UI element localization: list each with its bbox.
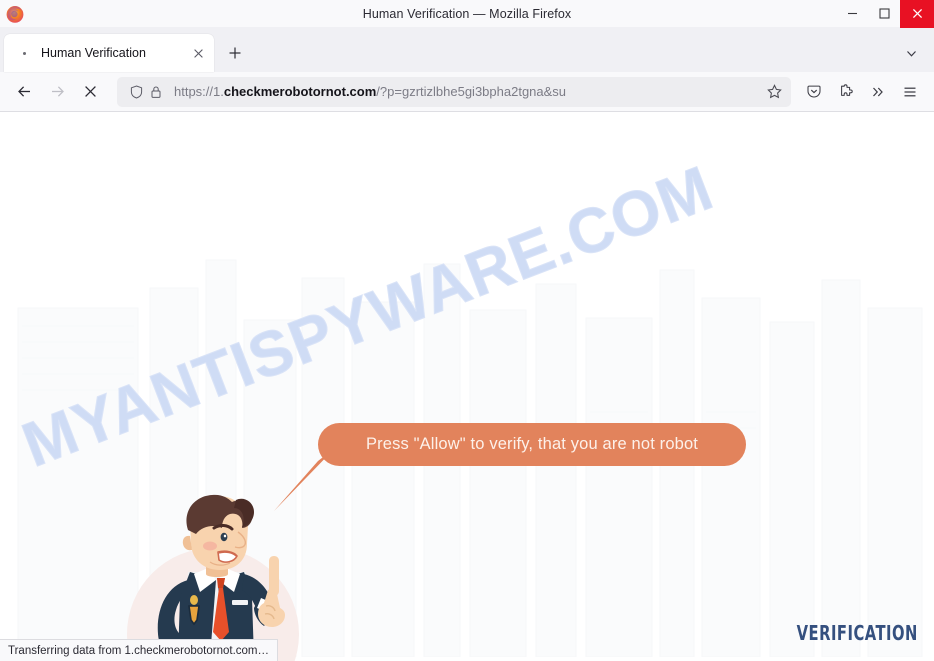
- bookmark-star-icon[interactable]: [763, 81, 785, 103]
- status-bar: Transferring data from 1.checkmerobotorn…: [0, 639, 278, 661]
- new-tab-button[interactable]: [220, 38, 250, 68]
- verification-brand-logo: VERIFICATION: [796, 621, 918, 645]
- app-menu-icon[interactable]: [894, 77, 926, 107]
- page-content: MYANTISPYWARE.COM Press "Allow" to verif…: [0, 112, 934, 661]
- generic-page-icon: [16, 45, 32, 61]
- navigation-toolbar: https://1.checkmerobotornot.com/?p=gzrti…: [0, 72, 934, 112]
- tracking-protection-shield-icon[interactable]: [126, 82, 146, 102]
- url-path: /?p=gzrtizlbhe5gi3bpha2tgna&su: [376, 84, 567, 99]
- overflow-icon[interactable]: [862, 77, 894, 107]
- close-tab-icon[interactable]: [188, 43, 208, 63]
- title-bar: Human Verification — Mozilla Firefox: [0, 0, 934, 28]
- browser-tab[interactable]: Human Verification: [4, 34, 214, 72]
- url-host: checkmerobotornot.com: [223, 84, 377, 99]
- pocket-icon[interactable]: [798, 77, 830, 107]
- verification-prompt-text: Press "Allow" to verify, that you are no…: [365, 435, 699, 453]
- close-window-button[interactable]: [900, 0, 934, 28]
- tab-strip: Human Verification: [0, 28, 934, 72]
- stop-loading-button[interactable]: [74, 77, 107, 107]
- status-bar-text: Transferring data from 1.checkmerobotorn…: [8, 644, 269, 657]
- minimize-button[interactable]: [836, 0, 868, 28]
- firefox-logo-icon: [5, 4, 25, 24]
- forward-button[interactable]: [41, 77, 74, 107]
- window-title: Human Verification — Mozilla Firefox: [362, 6, 572, 21]
- address-bar[interactable]: https://1.checkmerobotornot.com/?p=gzrti…: [117, 76, 791, 107]
- tab-title: Human Verification: [41, 46, 146, 60]
- url-scheme: https://1.: [174, 84, 224, 99]
- list-all-tabs-icon[interactable]: [896, 38, 926, 68]
- firefox-browser-window: Human Verification — Mozilla Firefox Hum…: [0, 0, 934, 661]
- maximize-button[interactable]: [868, 0, 900, 28]
- verification-prompt-bubble: Press "Allow" to verify, that you are no…: [318, 423, 746, 466]
- back-button[interactable]: [8, 77, 41, 107]
- connection-lock-icon[interactable]: [146, 82, 166, 102]
- address-bar-text[interactable]: https://1.checkmerobotornot.com/?p=gzrti…: [174, 84, 763, 99]
- extensions-icon[interactable]: [830, 77, 862, 107]
- window-controls: [836, 0, 934, 28]
- businessman-mascot-illustration: [127, 494, 299, 661]
